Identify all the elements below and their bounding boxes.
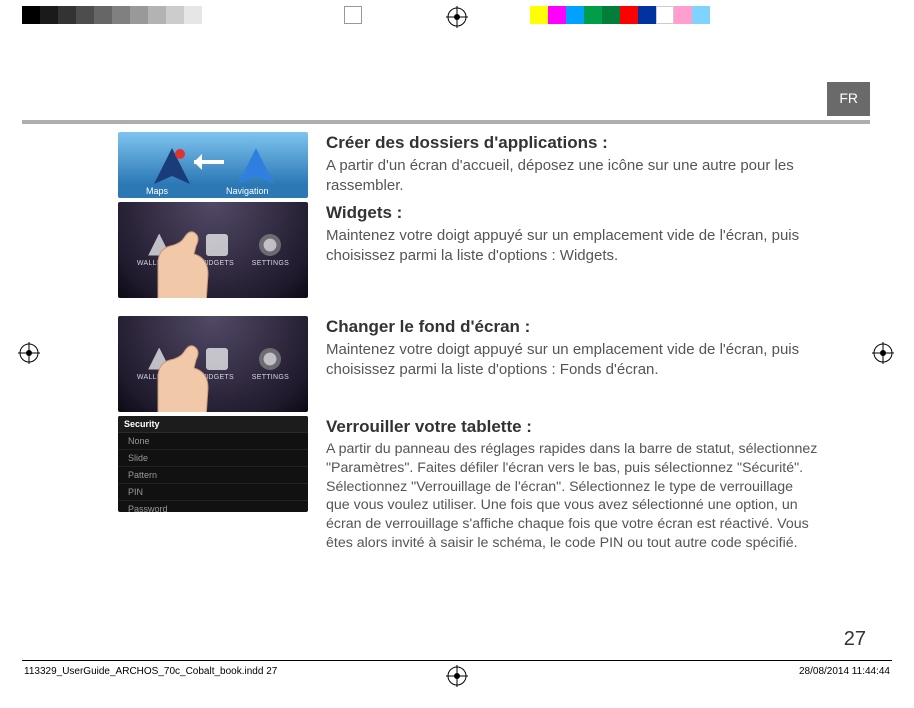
thumb-option-label: WIDGETS <box>199 374 234 381</box>
cal-swatch <box>584 6 602 24</box>
thumb-option-label: WIDGETS <box>199 260 234 267</box>
footer-rule <box>22 660 892 661</box>
cal-swatch <box>674 6 692 24</box>
cal-swatch <box>130 6 148 24</box>
cal-swatch <box>602 6 620 24</box>
cal-swatch <box>692 6 710 24</box>
thumb-option-label: SETTINGS <box>252 260 289 267</box>
content-area: Maps Navigation Créer des dossiers d'app… <box>118 132 818 557</box>
cal-swatch <box>148 6 166 24</box>
cal-swatch <box>22 6 40 24</box>
thumb-label: Maps <box>146 186 168 196</box>
registration-mark-icon <box>446 665 468 687</box>
registration-mark-icon <box>446 6 468 28</box>
print-slug-date: 28/08/2014 11:44:44 <box>799 666 890 677</box>
registration-mark-icon <box>18 342 40 364</box>
section-heading: Verrouiller votre tablette : <box>326 416 818 438</box>
thumb-label: Navigation <box>226 186 269 196</box>
thumb-wallpaper: WALLPAPER WIDGETS SETTINGS <box>118 316 308 412</box>
thumb-list-header: Security <box>118 416 308 433</box>
section-lock: Security None Slide Pattern PIN Password… <box>118 416 818 553</box>
page-number: 27 <box>844 628 866 651</box>
thumb-list-item: Password <box>118 501 308 512</box>
thumb-list-item: PIN <box>118 484 308 501</box>
cal-swatch <box>76 6 94 24</box>
section-body: Maintenez votre doigt appuyé sur un empl… <box>326 226 818 266</box>
cal-swatch <box>112 6 130 24</box>
cal-swatch <box>344 6 362 24</box>
divider <box>22 120 870 124</box>
registration-mark-icon <box>872 342 894 364</box>
cal-swatch <box>638 6 656 24</box>
print-slug-file: 113329_UserGuide_ARCHOS_70c_Cobalt_book.… <box>24 666 277 677</box>
thumb-app-folders: Maps Navigation <box>118 132 308 198</box>
thumb-list-item: Slide <box>118 450 308 467</box>
cal-swatch <box>184 6 202 24</box>
thumb-list-item: None <box>118 433 308 450</box>
section-heading: Widgets : <box>326 202 818 224</box>
section-body: A partir du panneau des réglages rapides… <box>326 440 818 552</box>
thumb-widgets: WALLPAPER WIDGETS SETTINGS <box>118 202 308 298</box>
section-heading: Créer des dossiers d'applications : <box>326 132 818 154</box>
thumb-option-label: WALLPAPER <box>137 260 182 267</box>
cal-swatch <box>166 6 184 24</box>
section-body: Maintenez votre doigt appuyé sur un empl… <box>326 340 818 380</box>
cal-swatch <box>94 6 112 24</box>
cal-swatch <box>530 6 548 24</box>
section-heading: Changer le fond d'écran : <box>326 316 818 338</box>
section-wallpaper: WALLPAPER WIDGETS SETTINGS Changer le fo… <box>118 316 818 412</box>
cal-swatch <box>566 6 584 24</box>
thumb-option-label: SETTINGS <box>252 374 289 381</box>
navigation-arrow-icon <box>236 146 276 186</box>
cal-swatch <box>40 6 58 24</box>
thumb-option-label: WALLPAPER <box>137 374 182 381</box>
section-body: A partir d'un écran d'accueil, déposez u… <box>326 156 818 196</box>
cal-swatch <box>548 6 566 24</box>
language-tab: FR <box>827 82 870 116</box>
arrow-left-icon <box>194 160 224 164</box>
thumb-list-item: Pattern <box>118 467 308 484</box>
cal-swatch <box>58 6 76 24</box>
cal-swatch <box>620 6 638 24</box>
section-widgets: WALLPAPER WIDGETS SETTINGS Widgets : Mai… <box>118 202 818 298</box>
section-folders: Maps Navigation Créer des dossiers d'app… <box>118 132 818 198</box>
cal-swatch <box>656 6 674 24</box>
thumb-security-list: Security None Slide Pattern PIN Password <box>118 416 308 512</box>
